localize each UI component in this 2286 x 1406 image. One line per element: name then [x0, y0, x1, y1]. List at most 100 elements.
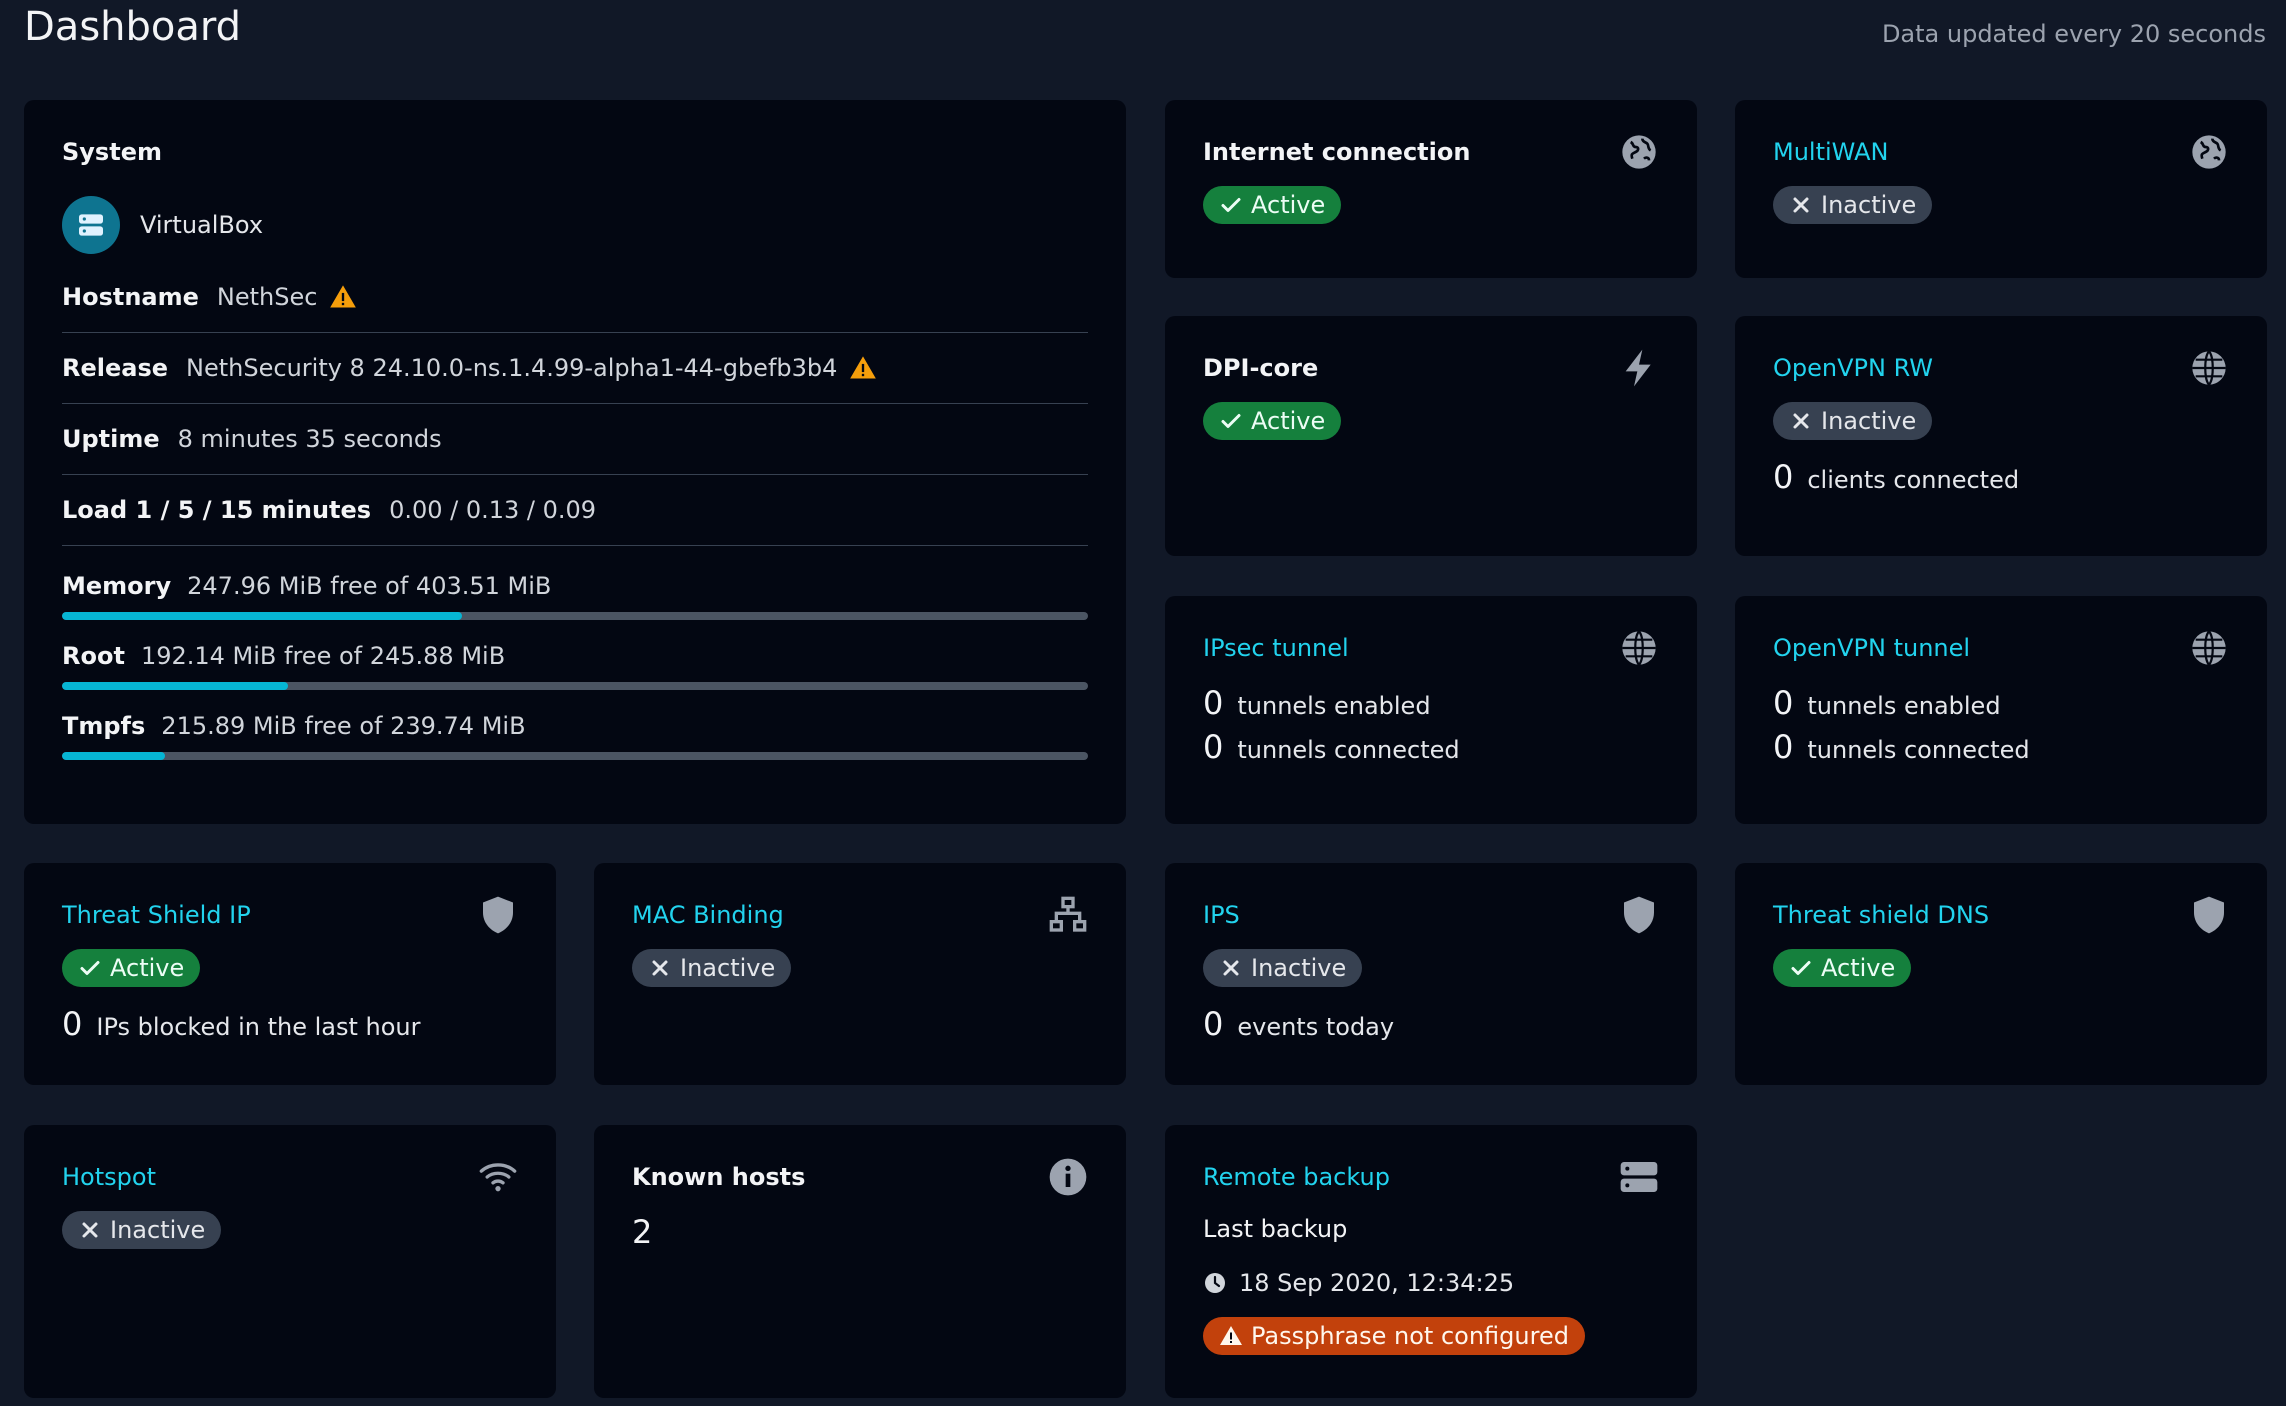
threat-shield-ip-link[interactable]: Threat Shield IP [62, 901, 518, 929]
x-icon [1219, 956, 1243, 980]
tunnels-connected-stat: 0 tunnels connected [1773, 728, 2030, 766]
known-hosts-title: Known hosts [632, 1163, 806, 1191]
update-note: Data updated every 20 seconds [1881, 20, 2266, 48]
tunnels-enabled-stat: 0 tunnels enabled [1773, 684, 2001, 722]
events-stat: 0 events today [1203, 1005, 1395, 1043]
remote-backup-link[interactable]: Remote backup [1203, 1163, 1659, 1191]
known-hosts-count: 2 [632, 1213, 653, 1251]
last-backup-label: Last backup [1203, 1215, 1348, 1243]
ips-link[interactable]: IPS [1203, 901, 1659, 929]
page-title: Dashboard [24, 4, 242, 50]
status-badge: Active [1203, 402, 1342, 440]
release-key: Release [62, 354, 169, 382]
warning-icon[interactable] [849, 354, 877, 382]
openvpn-rw-card: OpenVPN RW Inactive 0 clients connected [1735, 316, 2267, 556]
check-icon [1789, 956, 1813, 980]
ips-blocked-stat: 0 IPs blocked in the last hour [62, 1005, 421, 1043]
root-bar [62, 682, 1088, 690]
check-icon [78, 956, 102, 980]
memory-key: Memory [62, 572, 172, 600]
status-badge: Inactive [62, 1211, 222, 1249]
uptime-value: 8 minutes 35 seconds [177, 425, 442, 453]
ipsec-link[interactable]: IPsec tunnel [1203, 634, 1659, 662]
hotspot-link[interactable]: Hotspot [62, 1163, 518, 1191]
clock-icon [1203, 1271, 1227, 1295]
root-value: 192.14 MiB free of 245.88 MiB [140, 642, 506, 670]
warning-icon[interactable] [329, 283, 357, 311]
memory-value: 247.96 MiB free of 403.51 MiB [187, 572, 552, 600]
bolt-icon [1619, 348, 1659, 388]
globe-icon [1619, 132, 1659, 172]
openvpn-tunnel-card: OpenVPN tunnel 0 tunnels enabled 0 tunnels… [1735, 596, 2267, 824]
status-badge: Inactive [632, 949, 792, 987]
status-badge: Active [62, 949, 201, 987]
device-name: VirtualBox [140, 211, 264, 239]
status-badge: Inactive [1773, 186, 1933, 224]
status-badge: Inactive [1203, 949, 1363, 987]
dpi-title: DPI-core [1203, 354, 1319, 382]
check-icon [1219, 193, 1243, 217]
ipsec-card: IPsec tunnel 0 tunnels enabled 0 tunnels c… [1165, 596, 1697, 824]
status-badge: Active [1203, 186, 1342, 224]
openvpn-rw-link[interactable]: OpenVPN RW [1773, 354, 2229, 382]
x-icon [1789, 193, 1813, 217]
warning-icon [1219, 1324, 1243, 1348]
x-icon [78, 1218, 102, 1242]
passphrase-warning-badge: Passphrase not configured [1203, 1317, 1585, 1355]
memory-bar-fill [62, 612, 463, 620]
release-row: Release NethSecurity 8 24.10.0-ns.1.4.99… [62, 333, 1088, 404]
release-value: NethSecurity 8 24.10.0-ns.1.4.99-alpha1-… [186, 354, 838, 382]
x-icon [1789, 409, 1813, 433]
network-globe-icon [2189, 628, 2229, 668]
multiwan-link[interactable]: MultiWAN [1773, 138, 2229, 166]
ips-card: IPS Inactive 0 events today [1165, 863, 1697, 1085]
wifi-icon [478, 1157, 518, 1197]
network-globe-icon [2189, 348, 2229, 388]
mac-binding-link[interactable]: MAC Binding [632, 901, 1088, 929]
internet-title: Internet connection [1203, 138, 1471, 166]
memory-usage: Memory 247.96 MiB free of 403.51 MiB [62, 572, 1088, 620]
info-icon[interactable] [1048, 1157, 1088, 1197]
memory-bar [62, 612, 1088, 620]
load-key: Load 1 / 5 / 15 minutes [62, 496, 372, 524]
status-badge: Active [1773, 949, 1912, 987]
check-icon [1219, 409, 1243, 433]
system-device: VirtualBox [62, 196, 1088, 254]
root-key: Root [62, 642, 125, 670]
tmpfs-usage: Tmpfs 215.89 MiB free of 239.74 MiB [62, 712, 1088, 760]
threat-shield-dns-link[interactable]: Threat shield DNS [1773, 901, 2229, 929]
last-backup-time: 18 Sep 2020, 12:34:25 [1203, 1269, 1659, 1297]
known-hosts-card: Known hosts 2 [594, 1125, 1126, 1398]
system-title: System [62, 138, 162, 166]
status-badge: Inactive [1773, 402, 1933, 440]
tmpfs-key: Tmpfs [62, 712, 146, 740]
remote-backup-card: Remote backup Last backup 18 Sep 2020, 1… [1165, 1125, 1697, 1398]
load-value: 0.00 / 0.13 / 0.09 [389, 496, 597, 524]
shield-icon [1619, 895, 1659, 935]
globe-icon [2189, 132, 2229, 172]
mac-binding-card: MAC Binding Inactive [594, 863, 1126, 1085]
network-globe-icon [1619, 628, 1659, 668]
shield-icon [2189, 895, 2229, 935]
hostname-row: Hostname NethSec [62, 262, 1088, 333]
openvpn-tunnel-link[interactable]: OpenVPN tunnel [1773, 634, 2229, 662]
multiwan-card: MultiWAN Inactive [1735, 100, 2267, 278]
server-avatar-icon [62, 196, 120, 254]
x-icon [648, 956, 672, 980]
internet-card: Internet connection Active [1165, 100, 1697, 278]
network-tree-icon [1048, 895, 1088, 935]
tmpfs-bar-fill [62, 752, 165, 760]
threat-shield-dns-card: Threat shield DNS Active [1735, 863, 2267, 1085]
server-icon [1619, 1157, 1659, 1197]
hostname-value: NethSec [216, 283, 318, 311]
tunnels-connected-stat: 0 tunnels connected [1203, 728, 1460, 766]
threat-shield-ip-card: Threat Shield IP Active 0 IPs blocked in … [24, 863, 556, 1085]
hostname-key: Hostname [62, 283, 199, 311]
system-card: System VirtualBox Hostname NethSec Relea… [24, 100, 1126, 824]
tmpfs-bar [62, 752, 1088, 760]
uptime-row: Uptime 8 minutes 35 seconds [62, 404, 1088, 475]
dpi-card: DPI-core Active [1165, 316, 1697, 556]
uptime-key: Uptime [62, 425, 160, 453]
tunnels-enabled-stat: 0 tunnels enabled [1203, 684, 1431, 722]
hotspot-card: Hotspot Inactive [24, 1125, 556, 1398]
